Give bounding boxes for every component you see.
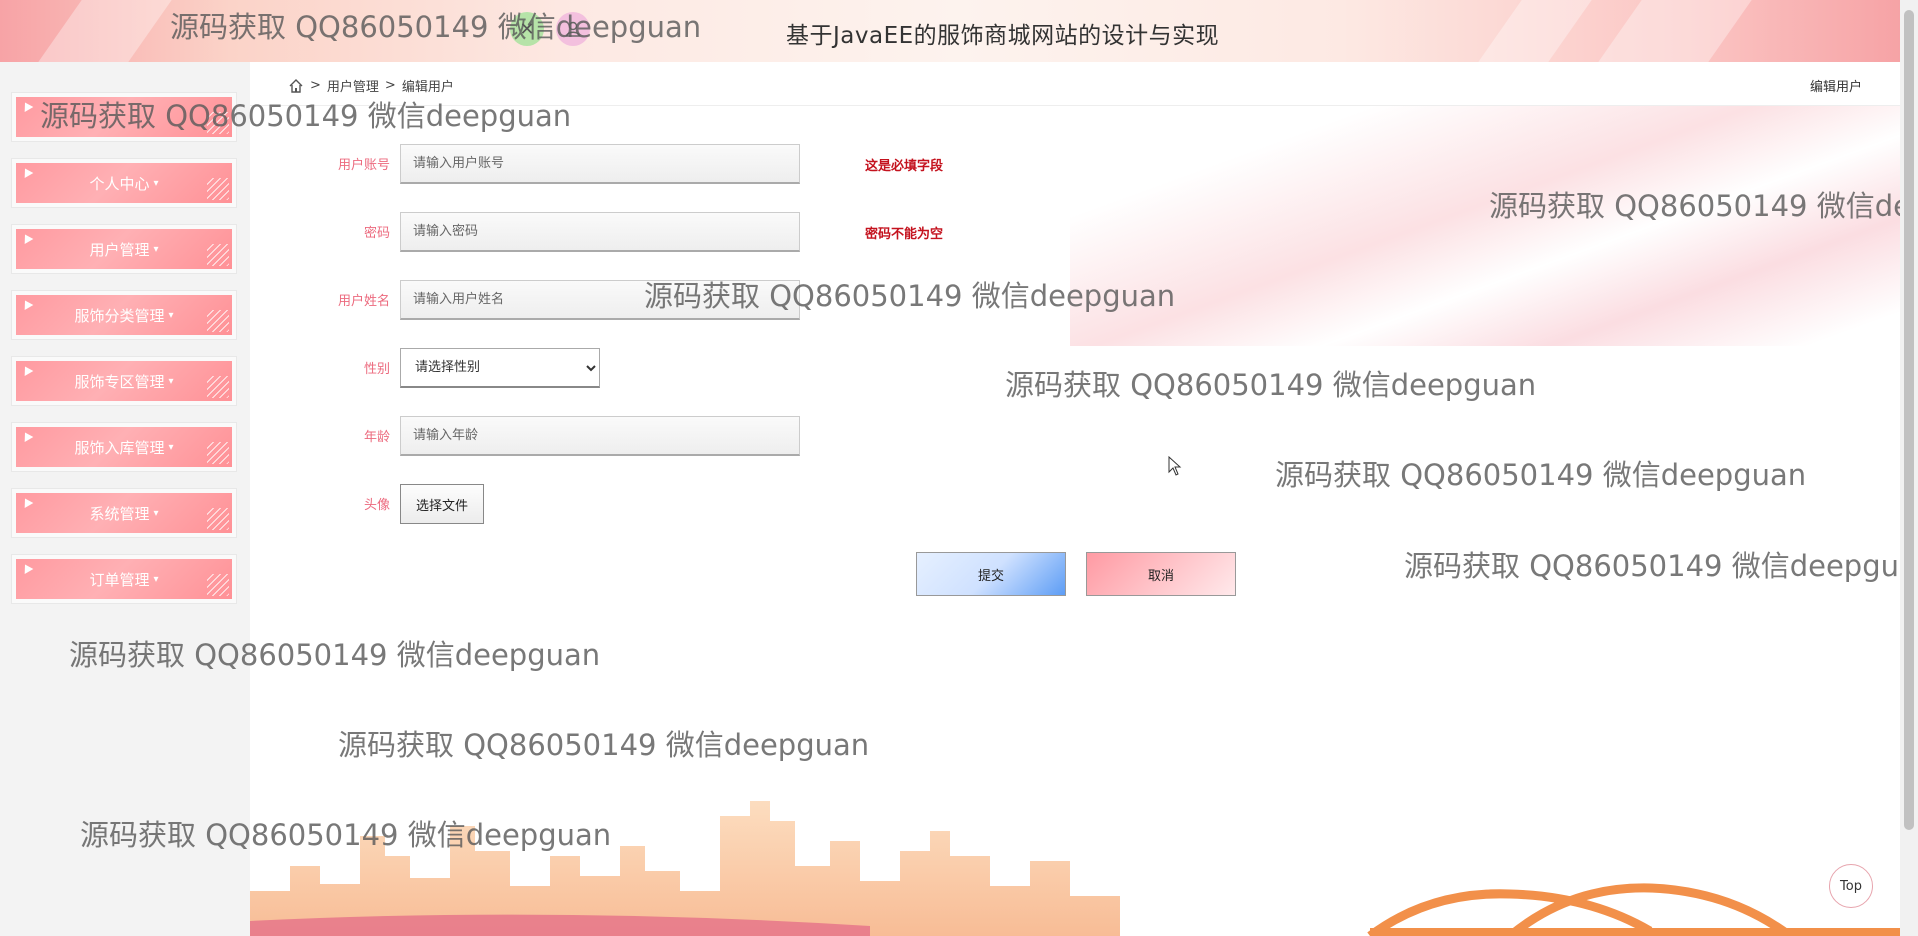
- scrollbar-thumb[interactable]: [1904, 10, 1914, 830]
- account-input[interactable]: [400, 144, 800, 184]
- home-icon[interactable]: [288, 78, 304, 94]
- form-row-password: 密码 密码不能为空: [250, 212, 1250, 252]
- account-error: 这是必填字段: [865, 159, 944, 174]
- sidebar-item-label: 服饰分类管理: [74, 306, 165, 325]
- chevron-down-icon: ▾: [153, 243, 159, 255]
- sidebar-item-category-management[interactable]: 服饰分类管理 ▾: [11, 290, 237, 340]
- site-title: 基于JavaEE的服饰商城网站的设计与实现: [786, 23, 1220, 49]
- chevron-down-icon: ▾: [153, 507, 159, 519]
- chevron-down-icon: ▾: [168, 441, 174, 453]
- city-skyline-decoration: [250, 801, 1900, 936]
- sidebar-item-label: 个人中心: [89, 174, 150, 193]
- gender-label: 性别: [363, 362, 390, 377]
- name-input[interactable]: [400, 280, 800, 320]
- sidebar: 个人中心 ▾ 用户管理 ▾ 服饰分类管理 ▾ 服饰专区管理 ▾ 服饰入库管理 ▾ 系统管理…: [0, 62, 250, 936]
- mouse-cursor-icon: [1168, 456, 1182, 476]
- form-row-age: 年龄: [250, 416, 1250, 456]
- form-row-avatar: 头像 选择文件: [250, 484, 1250, 524]
- sidebar-item-stock-management[interactable]: 服饰入库管理 ▾: [11, 422, 237, 472]
- close-icon[interactable]: ✕: [510, 12, 544, 46]
- password-error: 密码不能为空: [865, 227, 944, 242]
- sidebar-item-order-management[interactable]: 订单管理 ▾: [11, 554, 237, 604]
- age-label: 年龄: [363, 430, 390, 445]
- submit-button[interactable]: 提交: [916, 552, 1066, 596]
- breadcrumb-separator: >: [384, 78, 396, 93]
- main-content: 用户账号 这是必填字段 密码 密码不能为空 用户姓名 性别 请选择性别 年龄 头…: [250, 106, 1900, 936]
- choose-file-button[interactable]: 选择文件: [400, 484, 484, 524]
- password-input[interactable]: [400, 212, 800, 252]
- sidebar-item-label: 系统管理: [89, 504, 150, 523]
- page-title: 编辑用户: [1809, 80, 1862, 95]
- avatar-label: 头像: [363, 498, 390, 513]
- chevron-down-icon: ▾: [168, 375, 174, 387]
- sidebar-item-system-management[interactable]: 系统管理 ▾: [11, 488, 237, 538]
- form-row-gender: 性别 请选择性别: [250, 348, 1250, 388]
- user-icon[interactable]: [556, 12, 590, 46]
- chevron-down-icon: ▾: [153, 177, 159, 189]
- breadcrumb: > 用户管理 > 编辑用户: [288, 76, 454, 95]
- gender-select[interactable]: 请选择性别: [400, 348, 600, 388]
- sidebar-item-user-management[interactable]: 用户管理 ▾: [11, 224, 237, 274]
- breadcrumb-separator: >: [310, 78, 321, 93]
- vertical-scrollbar[interactable]: [1900, 0, 1918, 936]
- breadcrumb-bar: > 用户管理 > 编辑用户 编辑用户: [250, 62, 1900, 106]
- back-to-top-button[interactable]: Top: [1829, 864, 1873, 908]
- sidebar-item-label: 订单管理: [89, 570, 150, 589]
- top-header: ✕ 基于JavaEE的服饰商城网站的设计与实现: [0, 0, 1918, 62]
- account-label: 用户账号: [337, 158, 390, 173]
- breadcrumb-link-user-management[interactable]: 用户管理: [327, 76, 379, 95]
- password-label: 密码: [363, 226, 390, 241]
- chevron-down-icon: ▾: [168, 309, 174, 321]
- sidebar-item-personal-center[interactable]: 个人中心 ▾: [11, 158, 237, 208]
- sidebar-item-label: 服饰专区管理: [74, 372, 165, 391]
- cancel-button[interactable]: 取消: [1086, 552, 1236, 596]
- name-label: 用户姓名: [337, 294, 390, 309]
- sidebar-item-zone-management[interactable]: 服饰专区管理 ▾: [11, 356, 237, 406]
- form-row-account: 用户账号 这是必填字段: [250, 144, 1250, 184]
- sidebar-item-label: 用户管理: [89, 240, 150, 259]
- sidebar-item-home[interactable]: [11, 92, 237, 142]
- sidebar-item-label: 服饰入库管理: [74, 438, 165, 457]
- breadcrumb-current: 编辑用户: [401, 80, 454, 95]
- age-input[interactable]: [400, 416, 800, 456]
- form-row-name: 用户姓名: [250, 280, 1250, 320]
- chevron-down-icon: ▾: [153, 573, 159, 585]
